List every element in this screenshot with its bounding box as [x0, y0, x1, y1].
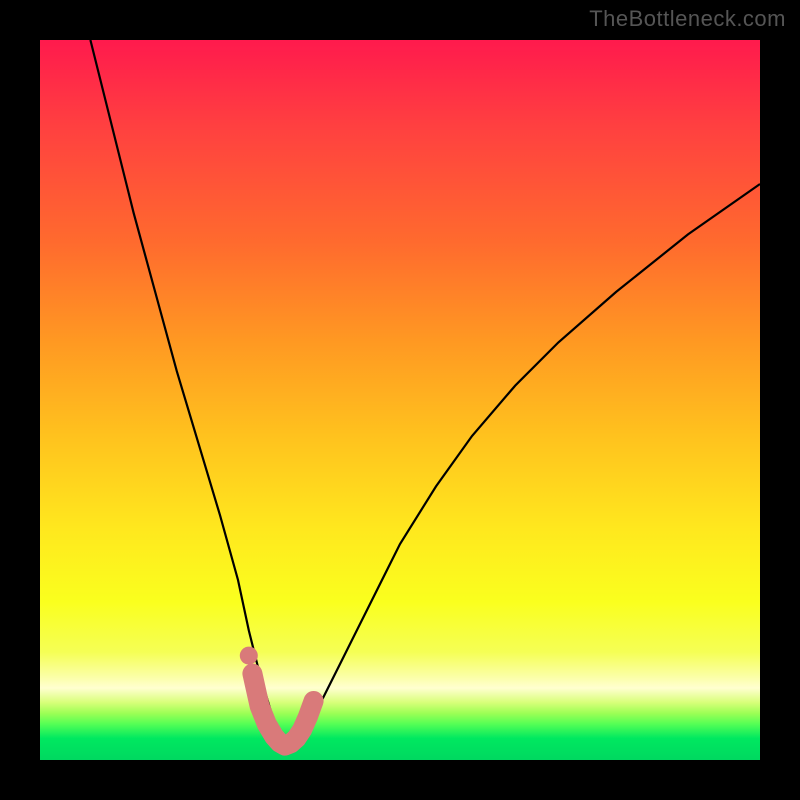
- chart-svg: [40, 40, 760, 760]
- plot-area: [40, 40, 760, 760]
- watermark-text: TheBottleneck.com: [589, 6, 786, 32]
- optimal-zone-dot: [240, 647, 258, 665]
- bottleneck-curve: [90, 40, 760, 749]
- chart-frame: TheBottleneck.com: [0, 0, 800, 800]
- optimal-zone-highlight: [252, 674, 313, 746]
